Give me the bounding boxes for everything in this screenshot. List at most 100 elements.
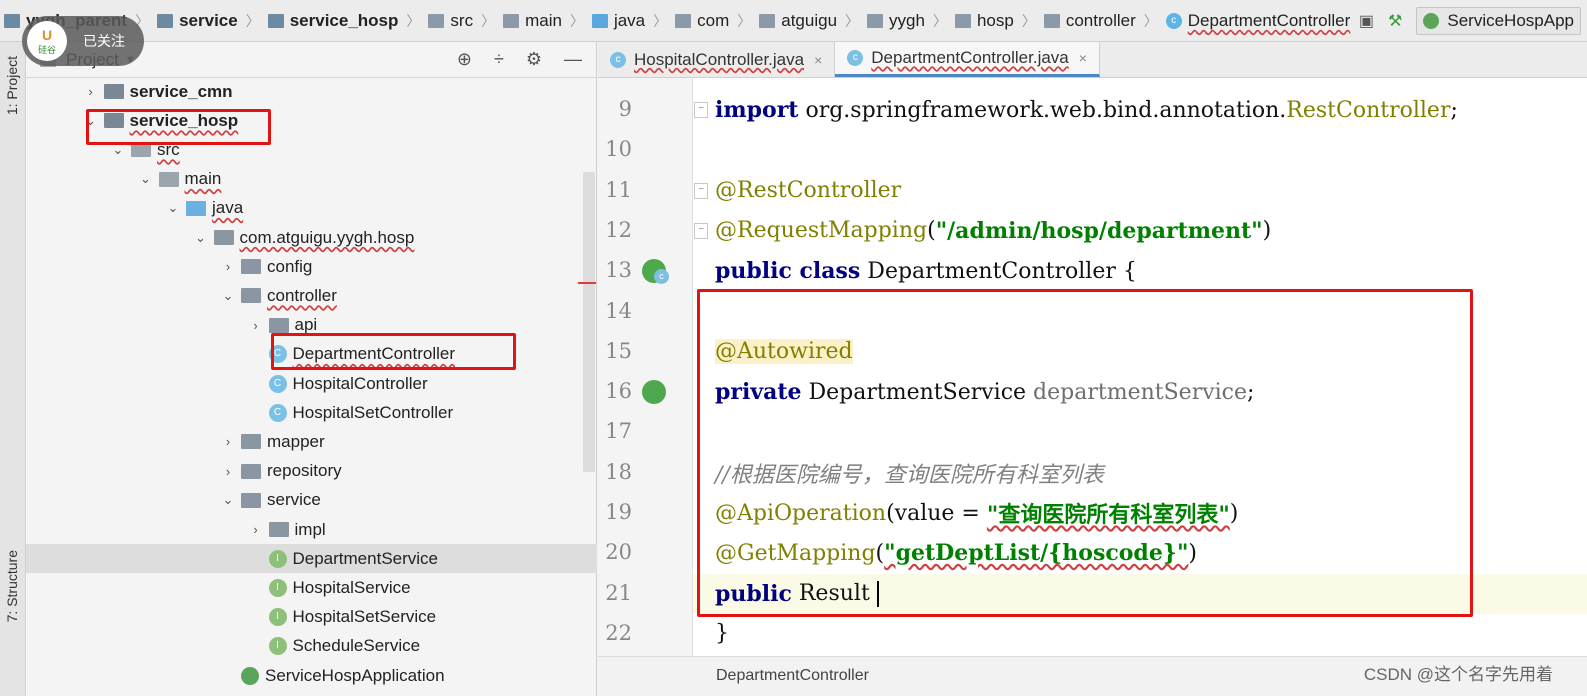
gear-icon[interactable]: ⚙	[526, 49, 542, 70]
tree-item-label: DepartmentService	[292, 548, 439, 568]
tree-item[interactable]: ⌄ java	[26, 194, 597, 223]
breadcrumb-item[interactable]: controller 〉	[1040, 11, 1162, 31]
line-number: 15	[605, 338, 632, 363]
folder-icon	[241, 434, 261, 450]
tree-item[interactable]: › config	[26, 252, 597, 281]
autowired-navigate-icon[interactable]	[642, 380, 666, 405]
tree-item[interactable]: › mapper	[26, 427, 597, 456]
breadcrumb-separator-icon: 〉	[406, 12, 421, 29]
tree-item[interactable]: › service_cmn	[26, 77, 597, 106]
tree-item-label: service	[267, 490, 321, 510]
class-icon: C	[268, 403, 287, 422]
tree-item[interactable]: I HospitalService	[26, 573, 597, 602]
line-number: 16	[605, 379, 632, 404]
code-line[interactable]: @RestController	[693, 171, 1587, 211]
folder-icon	[241, 492, 261, 508]
tree-item[interactable]: ⌄ controller	[26, 281, 597, 310]
spring-bean-icon[interactable]: c	[642, 259, 669, 285]
chevron-right-icon[interactable]: ›	[82, 84, 100, 99]
tree-item[interactable]: ⌄ service	[26, 486, 597, 515]
chevron-right-icon[interactable]: ›	[247, 318, 265, 333]
chevron-right-icon[interactable]: ›	[247, 522, 265, 537]
follow-status: 已关注	[83, 33, 125, 49]
chevron-right-icon[interactable]: ›	[219, 434, 237, 449]
class-icon: c	[847, 50, 864, 66]
close-icon[interactable]: ×	[1079, 50, 1087, 66]
folder-icon	[158, 171, 179, 187]
code-line[interactable]: import org.springframework.web.bind.anno…	[693, 90, 1587, 130]
toolbar-right: ▣ ⚒ ServiceHospApp	[1359, 6, 1587, 35]
interface-icon: I	[268, 637, 287, 656]
tree-item[interactable]: › impl	[26, 515, 597, 544]
tree-item-label: impl	[294, 519, 326, 539]
tree-item-label: com.atguigu.yygh.hosp	[239, 227, 415, 247]
chevron-down-icon[interactable]: ⌄	[137, 171, 155, 187]
breadcrumb-label: atguigu	[781, 10, 838, 30]
channel-logo: U 硅谷	[27, 21, 67, 61]
run-configuration-select[interactable]: ServiceHospApp	[1416, 6, 1581, 35]
breadcrumb-item[interactable]: c DepartmentController	[1162, 11, 1355, 31]
line-number: 20	[605, 540, 632, 565]
package-icon	[759, 13, 776, 28]
hide-panel-icon[interactable]: —	[564, 49, 582, 70]
breadcrumb-item[interactable]: yygh 〉	[863, 11, 951, 31]
breadcrumb-item[interactable]: java 〉	[588, 11, 671, 31]
class-icon: c	[610, 51, 626, 68]
chevron-down-icon[interactable]: ⌄	[219, 492, 237, 508]
tab-project-tool[interactable]: 1: Project	[4, 56, 20, 115]
chevron-down-icon[interactable]: ⌄	[192, 230, 210, 246]
build-hammer-icon[interactable]: ⚒	[1388, 11, 1402, 31]
folder-icon	[241, 288, 261, 304]
code-line[interactable]: }	[693, 614, 1587, 654]
tree-item-label: controller	[267, 285, 337, 305]
chevron-down-icon[interactable]: ⌄	[164, 200, 182, 216]
breadcrumb-separator-icon: 〉	[569, 12, 584, 29]
tree-item[interactable]: ServiceHospApplication	[26, 661, 597, 690]
code-line[interactable]: public class DepartmentController {	[693, 251, 1587, 291]
tab-structure-tool[interactable]: 7: Structure	[4, 550, 20, 622]
breadcrumb-label: service	[179, 10, 238, 30]
chevron-right-icon[interactable]: ›	[219, 259, 237, 274]
tree-item-label: main	[184, 169, 222, 189]
chevron-down-icon[interactable]: ⌄	[219, 288, 237, 304]
folder-icon	[268, 522, 289, 537]
tree-item[interactable]: C HospitalSetController	[26, 398, 597, 427]
editor-breadcrumb[interactable]: DepartmentController	[716, 667, 869, 685]
breadcrumb-item[interactable]: src 〉	[424, 11, 499, 31]
tree-item-label: HospitalSetController	[292, 402, 454, 422]
breadcrumb-separator-icon: 〉	[653, 12, 668, 29]
breadcrumb-label: main	[525, 10, 562, 30]
tree-item[interactable]: I HospitalSetService	[26, 603, 597, 632]
code-line[interactable]: @RequestMapping("/admin/hosp/department"…	[693, 211, 1587, 251]
tree-item[interactable]: ⌄ main	[26, 165, 597, 194]
line-number: 14	[605, 298, 632, 323]
tree-item[interactable]: ⌄ com.atguigu.yygh.hosp	[26, 223, 597, 252]
breadcrumb-item[interactable]: service_hosp 〉	[264, 11, 425, 31]
tree-item[interactable]: I ScheduleService	[26, 632, 597, 661]
tree-item-label: ScheduleService	[292, 636, 421, 656]
line-number: 13	[605, 258, 632, 283]
tree-item-label: HospitalController	[292, 373, 428, 393]
tab-department-controller[interactable]: c DepartmentController.java ×	[835, 42, 1100, 77]
breadcrumb-separator-icon: 〉	[845, 12, 860, 29]
package-icon	[1043, 13, 1060, 28]
tab-hospital-controller[interactable]: c HospitalController.java ×	[598, 42, 836, 77]
follow-badge[interactable]: U 硅谷 已关注	[22, 16, 144, 66]
collapse-all-icon[interactable]: ÷	[494, 49, 504, 70]
tree-item[interactable]: C HospitalController	[26, 369, 597, 398]
tree-item[interactable]: I DepartmentService	[26, 544, 597, 574]
watermark: CSDN @这个名字先用着	[1363, 665, 1553, 684]
breadcrumb-item[interactable]: main 〉	[499, 11, 588, 31]
breadcrumb-label: yygh	[889, 10, 925, 30]
close-icon[interactable]: ×	[814, 52, 822, 68]
code-line[interactable]	[693, 130, 1587, 170]
run-console-icon[interactable]: ▣	[1359, 11, 1374, 31]
breadcrumb-item[interactable]: service 〉	[153, 11, 264, 31]
breadcrumb-item[interactable]: hosp 〉	[951, 11, 1040, 31]
tree-item[interactable]: › repository	[26, 457, 597, 486]
locate-target-icon[interactable]: ⊕	[457, 49, 472, 70]
chevron-right-icon[interactable]: ›	[219, 464, 237, 479]
breadcrumb-item[interactable]: atguigu 〉	[755, 11, 863, 31]
project-scrollbar[interactable]	[583, 172, 595, 472]
breadcrumb-item[interactable]: com 〉	[671, 11, 755, 31]
